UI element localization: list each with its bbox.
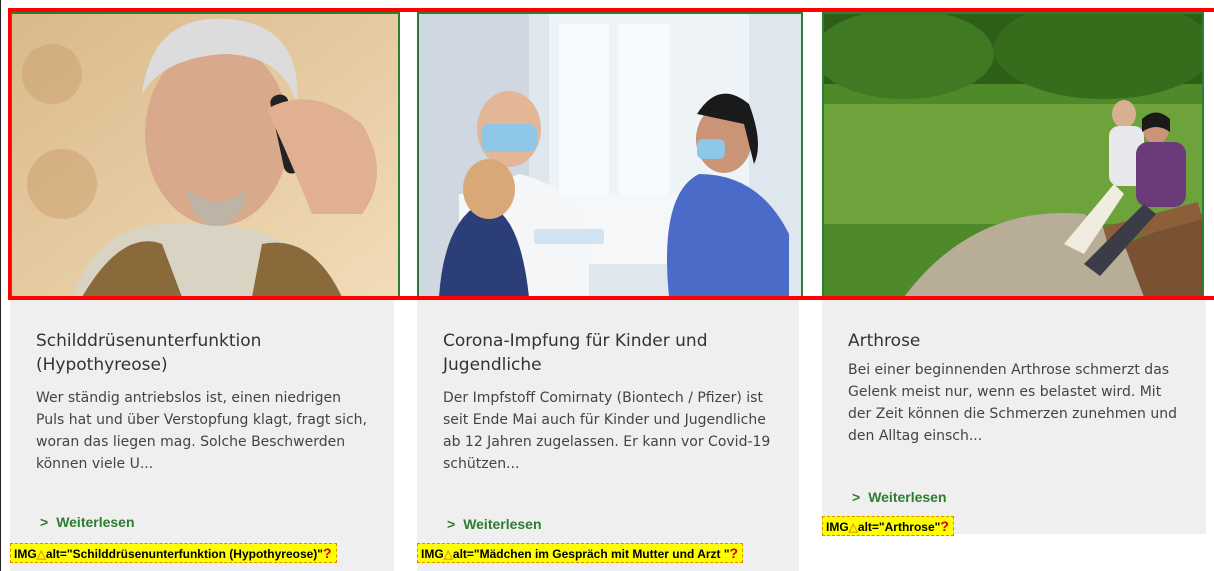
article-image-hypothyreose[interactable] [10, 12, 400, 299]
img-alt-annotation: IMG△alt="Mädchen im Gespräch mit Mutter … [417, 543, 744, 563]
read-more-link[interactable]: > Weiterlesen [852, 489, 947, 505]
question-mark-icon: ? [729, 545, 739, 561]
read-more-label: Weiterlesen [56, 514, 135, 530]
article-teaser: Der Impfstoff Comirnaty (Biontech / Pfiz… [443, 390, 771, 472]
img-tag-label: IMG [421, 547, 444, 561]
thumbs-up-icon: △ [36, 547, 46, 561]
article-title[interactable]: Schilddrüsenunterfunktion (Hypothyreose) [36, 329, 366, 377]
read-more-label: Weiterlesen [868, 489, 947, 505]
chevron-right-icon: > [40, 514, 49, 530]
man-on-phone-photo [12, 14, 398, 297]
read-more-link[interactable]: > Weiterlesen [40, 514, 135, 530]
couple-on-bench-photo [824, 14, 1202, 297]
img-tag-label: IMG [14, 547, 37, 561]
chevron-right-icon: > [852, 489, 861, 505]
alt-text: alt="Mädchen im Gespräch mit Mutter und … [452, 547, 730, 561]
highlight-border-bottom [8, 296, 1214, 300]
question-mark-icon: ? [940, 518, 949, 534]
article-text-box: Arthrose Bei einer beginnenden Arthrose … [822, 299, 1206, 534]
read-more-link[interactable]: > Weiterlesen [447, 516, 542, 532]
thumbs-up-icon: △ [443, 547, 453, 561]
vaccination-consultation-photo [419, 14, 801, 297]
img-alt-annotation: IMG△alt="Arthrose"? [822, 516, 954, 536]
highlight-border-left [8, 8, 11, 300]
article-teaser: Wer ständig antriebslos ist, einen niedr… [36, 390, 368, 472]
img-tag-label: IMG [826, 520, 849, 534]
chevron-right-icon: > [447, 516, 456, 532]
alt-text: alt="Arthrose" [857, 520, 941, 534]
article-text-box: Corona-Impfung für Kinder und Jugendlich… [417, 299, 799, 571]
article-image-corona-impfung[interactable] [417, 12, 803, 299]
article-title[interactable]: Arthrose [848, 329, 1178, 353]
article-text-box: Schilddrüsenunterfunktion (Hypothyreose)… [10, 299, 394, 571]
alt-text: alt="Schilddrüsenunterfunktion (Hypothyr… [45, 547, 323, 561]
article-title[interactable]: Corona-Impfung für Kinder und Jugendlich… [443, 329, 773, 377]
article-card-corona-impfung: Corona-Impfung für Kinder und Jugendlich… [417, 0, 803, 571]
article-card-arthrose: Arthrose Bei einer beginnenden Arthrose … [822, 0, 1206, 571]
read-more-label: Weiterlesen [463, 516, 542, 532]
highlight-border-top [8, 8, 1214, 12]
thumbs-up-icon: △ [848, 520, 858, 534]
article-image-arthrose[interactable] [822, 12, 1204, 299]
article-card-hypothyreose: Schilddrüsenunterfunktion (Hypothyreose)… [10, 0, 400, 571]
img-alt-annotation: IMG△alt="Schilddrüsenunterfunktion (Hypo… [10, 543, 337, 563]
question-mark-icon: ? [322, 545, 332, 561]
left-border [0, 0, 1, 571]
article-teaser: Bei einer beginnenden Arthrose schmerzt … [848, 362, 1177, 444]
